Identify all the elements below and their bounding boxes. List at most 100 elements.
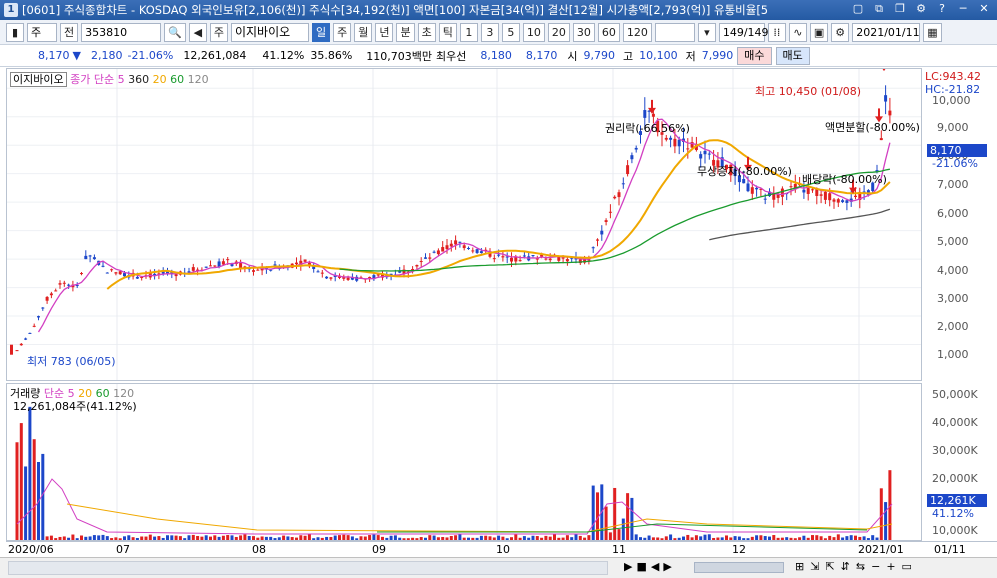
interval-3[interactable]: 3 bbox=[480, 22, 499, 42]
tab-tick[interactable]: 틱 bbox=[438, 22, 457, 42]
tool-icon-1[interactable]: ⊞ bbox=[795, 560, 804, 573]
window-title: [0601] 주식종합차트 - KOSDAQ 외국인보유[2,106(천)] 주… bbox=[22, 3, 769, 17]
speaker-icon[interactable]: ◀ bbox=[188, 22, 207, 42]
interval-30[interactable]: 30 bbox=[572, 22, 595, 42]
date-input[interactable]: 2021/01/11 bbox=[852, 22, 921, 42]
candle-body bbox=[802, 189, 806, 193]
minimize-icon[interactable]: ─ bbox=[956, 2, 970, 16]
price-chart-panel[interactable]: 이지바이오 종가 단순 5 360 20 60 120 최고 10,450 (0… bbox=[6, 57, 922, 381]
volume-bar bbox=[269, 536, 273, 540]
help-icon[interactable]: ? bbox=[935, 2, 949, 16]
candle-body bbox=[604, 220, 608, 222]
save-icon[interactable]: ▣ bbox=[809, 22, 829, 42]
volume-bar bbox=[617, 529, 621, 540]
y-tick-9000: 9,000 bbox=[937, 121, 969, 134]
calendar-icon[interactable]: ▦ bbox=[923, 22, 942, 42]
volume-bar bbox=[153, 536, 157, 540]
grid-icon[interactable]: ⁞⁞ bbox=[767, 22, 786, 42]
candle-body bbox=[806, 188, 810, 194]
volume-bar bbox=[316, 537, 320, 540]
tool-icon-4[interactable]: ⇵ bbox=[841, 560, 850, 573]
fit-icon[interactable]: ▭ bbox=[902, 560, 912, 573]
scroll-left-icon[interactable]: ▶ bbox=[624, 560, 632, 573]
zoom-in-icon[interactable]: + bbox=[886, 560, 895, 573]
stop-icon[interactable]: ■ bbox=[636, 560, 646, 573]
buy-button[interactable]: 매수 bbox=[737, 46, 772, 65]
candle-body bbox=[888, 110, 892, 116]
sell-button[interactable]: 매도 bbox=[775, 46, 810, 65]
search-icon[interactable]: 🔍 bbox=[164, 22, 186, 42]
link-icon[interactable]: ⧉ bbox=[872, 2, 886, 16]
period-select[interactable]: 주 bbox=[27, 22, 57, 42]
candle-body bbox=[209, 265, 212, 267]
candle-body bbox=[669, 137, 673, 140]
candle-body bbox=[836, 199, 840, 203]
chevron-down-icon[interactable]: ▾ bbox=[697, 22, 716, 42]
tab-daily[interactable]: 일 bbox=[311, 22, 331, 42]
zoom-out-icon[interactable]: − bbox=[871, 560, 880, 573]
tab-yearly[interactable]: 년 bbox=[375, 22, 394, 42]
vol-tick-10000: 10,000K bbox=[932, 524, 978, 537]
volume-bar bbox=[737, 536, 741, 540]
volume-chart-panel[interactable]: 거래량 단순 5 20 60 120 12,261,084주(41.12%) bbox=[6, 383, 922, 541]
settings-icon[interactable]: ⚙ bbox=[914, 2, 928, 16]
tab-second[interactable]: 초 bbox=[417, 22, 436, 42]
chart-scrollbar[interactable]: ▶ ■ ◀ ▶ ⊞ ⇲ ⇱ ⇵ ⇆ − + ▭ bbox=[0, 557, 997, 578]
panel-toggle-button[interactable]: ▮ bbox=[6, 22, 24, 42]
candle-body bbox=[135, 276, 139, 279]
jeon-button[interactable]: 전 bbox=[60, 22, 79, 42]
volume-bar bbox=[338, 535, 341, 540]
volume-bar bbox=[415, 538, 419, 540]
y-tick-2000: 2,000 bbox=[937, 320, 969, 333]
legend-ma120: 120 bbox=[187, 73, 209, 86]
candle-body bbox=[41, 307, 45, 309]
stock-code-input[interactable]: 353810 bbox=[81, 22, 162, 42]
prev-icon[interactable]: ◀ bbox=[651, 560, 659, 573]
volume-bar bbox=[15, 442, 19, 540]
candle-body bbox=[441, 247, 445, 252]
restore-icon[interactable]: ❐ bbox=[893, 2, 907, 16]
volume-bar bbox=[875, 537, 879, 540]
volume-bar bbox=[432, 535, 436, 540]
interval-20[interactable]: 20 bbox=[547, 22, 570, 42]
candle-body bbox=[118, 271, 122, 275]
volume-bar bbox=[454, 535, 458, 540]
candle-body bbox=[269, 269, 273, 271]
interval-10[interactable]: 10 bbox=[522, 22, 545, 42]
zoom-slider[interactable] bbox=[694, 562, 784, 573]
volume-bar bbox=[312, 538, 316, 540]
candle-body bbox=[479, 251, 483, 254]
volume-bar bbox=[436, 537, 440, 540]
volume-bar bbox=[333, 535, 337, 540]
interval-60[interactable]: 60 bbox=[597, 22, 620, 42]
next-icon[interactable]: ▶ bbox=[663, 560, 671, 573]
volume-bar bbox=[841, 537, 845, 540]
tool-icon-3[interactable]: ⇱ bbox=[825, 560, 834, 573]
tool-icon-5[interactable]: ⇆ bbox=[856, 560, 865, 573]
volume-bar bbox=[424, 537, 427, 540]
tab-weekly[interactable]: 주 bbox=[333, 22, 352, 42]
tab-minute[interactable]: 분 bbox=[396, 22, 415, 42]
close-icon[interactable]: ✕ bbox=[977, 2, 991, 16]
price-chart[interactable] bbox=[7, 57, 921, 380]
tab-monthly[interactable]: 월 bbox=[354, 22, 373, 42]
candle-body bbox=[832, 199, 836, 202]
volume-chart[interactable] bbox=[7, 384, 921, 540]
interval-1[interactable]: 1 bbox=[459, 22, 478, 42]
chart-type-icon[interactable]: ∿ bbox=[788, 22, 807, 42]
volume-bar bbox=[694, 535, 698, 540]
volume-bar bbox=[92, 535, 96, 540]
candle-body bbox=[522, 255, 526, 257]
interval-5[interactable]: 5 bbox=[501, 22, 520, 42]
tool-icon-2[interactable]: ⇲ bbox=[810, 560, 819, 573]
candle-body bbox=[664, 137, 668, 140]
window-icon[interactable]: ▢ bbox=[851, 2, 865, 16]
custom-interval-input[interactable] bbox=[654, 22, 695, 42]
candle-body bbox=[37, 316, 40, 318]
candle-body bbox=[101, 265, 105, 267]
volume-bar bbox=[350, 536, 354, 540]
interval-120[interactable]: 120 bbox=[622, 22, 652, 42]
volume-bar bbox=[845, 536, 849, 540]
scroll-track[interactable] bbox=[8, 561, 608, 575]
gear-icon[interactable]: ⚙ bbox=[831, 22, 850, 42]
